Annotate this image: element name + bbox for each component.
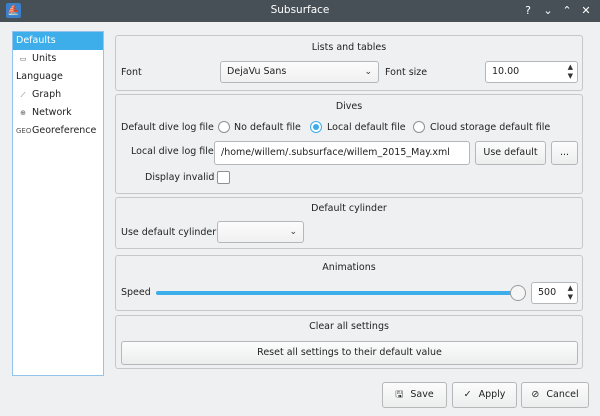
- graph-icon: ⟋: [20, 91, 26, 99]
- check-icon: ✓: [463, 389, 472, 400]
- sidebar-item-defaults[interactable]: Defaults: [13, 32, 103, 50]
- font-value: DejaVu Sans: [227, 66, 287, 77]
- title-bar: ⛵ Subsurface ? ⌄ ⌃ ✕: [0, 0, 600, 22]
- speed-value: 500: [538, 287, 557, 298]
- sidebar-item-graph[interactable]: ⟋ Graph: [13, 86, 103, 104]
- default-cylinder-combo[interactable]: ⌄: [217, 221, 304, 243]
- save-button[interactable]: 🖫 Save: [382, 382, 447, 408]
- lists-tables-group: Lists and tables Font DejaVu Sans ⌄ Font…: [115, 35, 583, 91]
- apply-button[interactable]: ✓ Apply: [452, 382, 517, 408]
- chevron-down-icon: ⌄: [289, 227, 297, 237]
- sidebar-item-georeference[interactable]: GEO Georeference: [13, 122, 103, 140]
- sidebar-item-label: Defaults: [16, 35, 56, 46]
- local-default-radio[interactable]: [310, 121, 322, 133]
- default-log-label: Default dive log file: [121, 122, 214, 133]
- sidebar-item-network[interactable]: ⊕ Network: [13, 104, 103, 122]
- sidebar-item-label: Graph: [32, 89, 62, 100]
- cancel-button[interactable]: ⊘ Cancel: [521, 382, 589, 408]
- network-icon: ⊕: [20, 109, 26, 117]
- sidebar-item-label: Network: [32, 107, 72, 118]
- group-title: Animations: [322, 262, 376, 273]
- sidebar-item-label: Language: [16, 71, 63, 82]
- clear-settings-group: Clear all settings Reset all settings to…: [115, 315, 583, 369]
- speed-slider-fill: [156, 291, 518, 295]
- minimize-button[interactable]: ⌄: [541, 3, 555, 18]
- units-icon: ▭: [19, 55, 27, 63]
- use-default-button[interactable]: Use default: [475, 141, 546, 165]
- spin-arrows-icon[interactable]: ▲ ▼: [568, 284, 573, 302]
- sidebar-item-units[interactable]: ▭ Units: [13, 50, 103, 68]
- reset-all-settings-button[interactable]: Reset all settings to their default valu…: [121, 341, 578, 365]
- sidebar-item-label: Georeference: [32, 125, 97, 136]
- close-button[interactable]: ✕: [579, 3, 593, 18]
- group-title: Dives: [335, 101, 363, 112]
- cloud-storage-radio[interactable]: [413, 121, 425, 133]
- display-invalid-checkbox[interactable]: [217, 171, 230, 184]
- speed-label: Speed: [121, 287, 151, 298]
- font-size-label: Font size: [385, 67, 428, 78]
- speed-slider-handle[interactable]: [510, 285, 526, 301]
- help-button[interactable]: ?: [521, 3, 535, 18]
- save-icon: 🖫: [395, 389, 404, 400]
- chevron-down-icon: ⌄: [364, 67, 372, 77]
- display-invalid-label: Display invalid: [145, 172, 215, 183]
- cloud-storage-label: Cloud storage default file: [430, 122, 551, 133]
- local-default-label: Local default file: [327, 122, 406, 133]
- group-title: Lists and tables: [311, 42, 387, 53]
- apply-label: Apply: [478, 389, 506, 400]
- font-size-value: 10.00: [492, 66, 520, 77]
- animations-group: Animations Speed 500 ▲ ▼: [115, 255, 583, 311]
- font-size-spinbox[interactable]: 10.00 ▲ ▼: [485, 61, 578, 83]
- no-default-radio[interactable]: [218, 121, 230, 133]
- settings-sidebar: Defaults ▭ Units Language ⟋ Graph ⊕ Netw…: [12, 31, 104, 376]
- font-combo[interactable]: DejaVu Sans ⌄: [220, 61, 379, 83]
- default-cylinder-group: Default cylinder Use default cylinder ⌄: [115, 197, 583, 249]
- group-title: Clear all settings: [309, 321, 389, 332]
- save-label: Save: [410, 389, 434, 400]
- geo-icon: GEO: [16, 127, 32, 135]
- cancel-icon: ⊘: [531, 389, 540, 400]
- spin-arrows-icon[interactable]: ▲ ▼: [568, 63, 573, 81]
- cancel-label: Cancel: [546, 389, 579, 400]
- window-title: Subsurface: [270, 4, 330, 16]
- browse-button[interactable]: ...: [551, 141, 578, 165]
- no-default-label: No default file: [234, 122, 301, 133]
- local-log-label: Local dive log file: [131, 146, 214, 157]
- sidebar-item-label: Units: [32, 53, 57, 64]
- dives-group: Dives Default dive log file No default f…: [115, 94, 583, 194]
- local-log-input[interactable]: /home/willem/.subsurface/willem_2015_May…: [214, 141, 470, 165]
- use-default-cylinder-label: Use default cylinder: [121, 227, 217, 238]
- sidebar-item-language[interactable]: Language: [13, 68, 103, 86]
- maximize-button[interactable]: ⌃: [560, 3, 574, 18]
- speed-spinbox[interactable]: 500 ▲ ▼: [531, 282, 578, 304]
- font-label: Font: [121, 67, 142, 78]
- group-title: Default cylinder: [311, 203, 387, 214]
